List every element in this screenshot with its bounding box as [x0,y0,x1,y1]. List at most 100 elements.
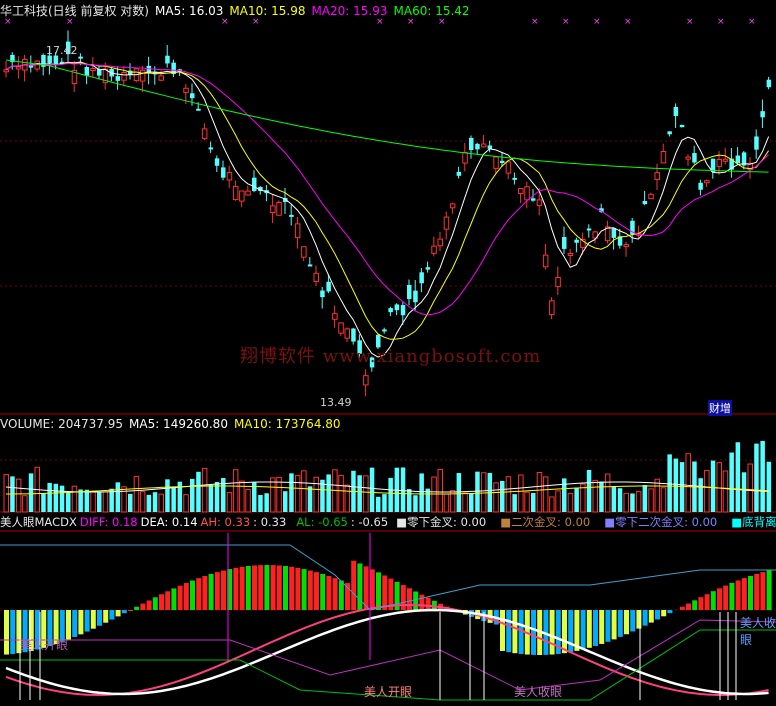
volume-bar [604,473,611,513]
volume-bar [456,473,462,512]
price-candle [165,55,170,64]
macd-zero-cross: ■零下金叉: 0.00 [396,515,487,529]
volume-bar [542,476,549,513]
volume-bar [313,476,319,513]
macd-zero-second-cross: ■零下二次金叉: 0.00 [604,515,718,529]
macd-bar [400,585,406,610]
macd-bar [171,588,177,610]
price-candle [667,131,672,135]
price-candle [201,128,208,139]
price-candle [766,79,772,88]
volume-bar [407,489,412,512]
price-candle [531,198,536,201]
volume-bar [493,482,499,513]
volume-bar [722,470,729,513]
price-candle [400,305,406,316]
volume-bar [152,492,158,512]
volume-value: VOLUME: 204737.95 [0,417,123,431]
dea-line [5,608,769,696]
macd-bar [648,610,654,623]
macd-bar [698,597,704,610]
volume-bar [294,475,301,513]
macd-bar [84,610,90,632]
price-ma60: MA60: 15.42 [393,4,470,18]
macd-bar [562,610,567,654]
macd-name: 美人眼MACDX [0,515,77,529]
volume-bar [673,458,679,512]
volume-bar [201,467,208,513]
price-candle [493,156,499,169]
macd-bar [748,575,753,610]
volume-bar [635,491,642,513]
price-candle [190,93,195,99]
macd-bottom-div: ■底背离: 0.00 [731,515,776,529]
volume-bar [735,442,741,512]
macd-bar [183,583,189,610]
macd-dea: DEA: 0.14 [140,515,198,529]
macd-bar [146,600,152,610]
volume-bar [685,453,691,513]
volume-bar [667,454,672,512]
price-candle [289,214,294,217]
macd-bar [295,567,301,610]
price-candle [326,281,331,292]
macd-bar [679,606,685,610]
volume-bar [531,492,536,512]
price-candle [332,313,338,320]
volume-bar [90,491,96,513]
volume-bar [97,492,102,512]
volume-bar [654,478,660,513]
price-candle [567,253,574,257]
price-candle [685,156,691,160]
macd-bar [549,610,555,655]
macd-bar [202,575,208,610]
macd-bar [723,585,729,610]
macd-bar [376,572,381,610]
price-candle [542,254,549,268]
volume-bar [59,485,65,512]
volume-bar [71,485,78,513]
cai-zeng-badge[interactable]: 财增 [708,400,732,416]
price-candle [338,322,344,334]
macd-bar [276,565,282,610]
macd-bar [586,610,592,648]
macd-al: AL: -0.65 [296,515,348,529]
price-candle [344,328,350,339]
macd-bar [363,566,369,610]
price-candle [754,136,759,150]
macd-second-cross-text: 二次金叉: 0.00 [511,515,591,529]
macd-bar [152,597,158,610]
volume-bar [121,486,127,513]
volume-bar [611,486,617,512]
price-candle [413,290,418,303]
macd-bar [115,610,121,617]
price-candle [698,182,703,190]
macd-bar [72,610,78,637]
volume-bar [270,477,276,513]
volume-bar [419,473,424,512]
macd-bar [326,576,332,610]
price-candle [487,145,493,149]
macd-bar [413,591,419,610]
volume-bar [208,484,214,512]
price-candle [760,111,765,118]
price-candle [500,160,505,164]
price-candle [270,205,276,213]
volume-ma5-line [5,481,769,493]
macd-diff: DIFF: 0.18 [79,515,138,529]
price-ma5: MA5: 16.03 [155,4,224,18]
price-candle [456,171,462,176]
macd-second-cross: ■二次金叉: 0.00 [500,515,591,529]
volume-bar [264,493,269,512]
macd-zero-cross-text: 零下金叉: 0.00 [407,515,487,529]
macd-bar [617,610,623,637]
ma20-line [5,62,769,316]
ah-line [0,544,776,611]
macd-bar [425,597,431,610]
macd-bar [97,610,102,626]
ma5-line [5,61,770,358]
volume-bar [66,492,71,512]
volume-bar [369,467,375,512]
macd-bar [128,610,133,611]
price-candle [307,264,313,267]
